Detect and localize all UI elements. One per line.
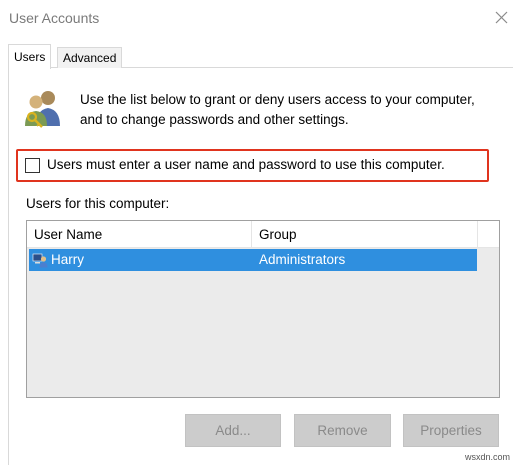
column-header-user-name[interactable]: User Name: [27, 221, 252, 248]
window-title: User Accounts: [9, 10, 100, 26]
listview-header: User Name Group: [27, 221, 499, 248]
close-icon: [495, 11, 508, 24]
tab-users[interactable]: Users: [8, 44, 52, 69]
tab-advanced[interactable]: Advanced: [57, 47, 123, 68]
users-list-caption: Users for this computer:: [26, 196, 170, 211]
users-listview[interactable]: User Name Group Harry Administrators: [26, 220, 500, 398]
column-header-filler: [478, 221, 499, 248]
remove-button[interactable]: Remove: [294, 414, 391, 447]
close-button[interactable]: [490, 7, 512, 29]
require-password-label[interactable]: Users must enter a user name and passwor…: [47, 157, 445, 172]
title-bar: User Accounts: [0, 0, 513, 38]
watermark: wsxdn.com: [465, 452, 511, 462]
add-button[interactable]: Add...: [185, 414, 281, 447]
table-row[interactable]: Harry Administrators: [29, 249, 477, 271]
intro-text: Use the list below to grant or deny user…: [80, 92, 475, 127]
properties-button[interactable]: Properties: [403, 414, 499, 447]
column-header-group[interactable]: Group: [252, 221, 478, 248]
user-icon: [32, 253, 48, 268]
user-name-cell: Harry: [51, 252, 84, 267]
user-group-cell: Administrators: [259, 252, 346, 267]
users-keys-icon: [25, 91, 60, 128]
require-password-checkbox[interactable]: [25, 158, 40, 173]
